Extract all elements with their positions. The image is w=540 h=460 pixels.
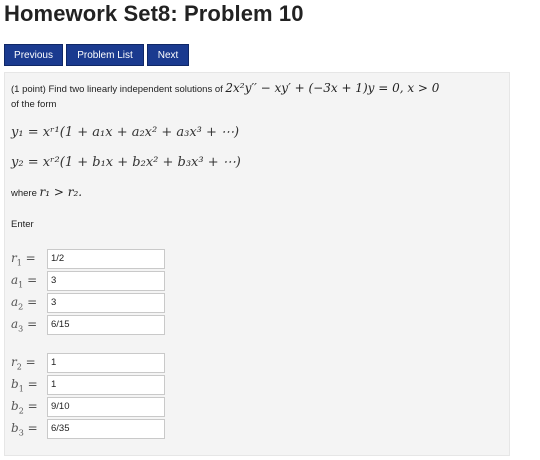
answer-label: b2 = xyxy=(11,398,38,416)
where-condition: r₁ > r₂. xyxy=(39,185,83,199)
intro-text: (1 point) Find two linearly independent … xyxy=(11,84,223,95)
answer-field-r2[interactable]: 1 xyxy=(47,353,165,373)
problem-statement: (1 point) Find two linearly independent … xyxy=(11,81,501,112)
answer-field-a3[interactable]: 6/15 xyxy=(47,315,165,335)
answer-row-r2: r2 = 1 xyxy=(11,352,165,374)
answer-label: b3 = xyxy=(11,420,38,438)
answer-row-r1: r1 = 1/2 xyxy=(11,248,165,270)
where-clause: where r₁ > r₂. xyxy=(11,185,82,199)
answer-field-r1[interactable]: 1/2 xyxy=(47,249,165,269)
answer-row-b1: b1 = 1 xyxy=(11,374,165,396)
differential-equation: 2x²y′′ − xy′ + (−3x + 1)y = 0, x > 0 xyxy=(225,81,440,95)
where-text: where xyxy=(11,188,37,199)
answer-field-b1[interactable]: 1 xyxy=(47,375,165,395)
answer-label: r1 = xyxy=(11,250,36,268)
answer-label: r2 = xyxy=(11,354,36,372)
answer-row-b2: b2 = 9/10 xyxy=(11,396,165,418)
answer-label: a1 = xyxy=(11,272,38,290)
answer-label: b1 = xyxy=(11,376,38,394)
answer-row-a1: a1 = 3 xyxy=(11,270,165,292)
problem-nav: Previous Problem List Next xyxy=(4,44,189,66)
answer-row-a2: a2 = 3 xyxy=(11,292,165,314)
series-y2: y₂ = xʳ²(1 + b₁x + b₂x² + b₃x³ + ⋯) xyxy=(11,155,241,170)
problem-panel: (1 point) Find two linearly independent … xyxy=(4,72,510,456)
previous-button[interactable]: Previous xyxy=(4,44,63,66)
form-text: of the form xyxy=(11,99,57,110)
answer-field-a2[interactable]: 3 xyxy=(47,293,165,313)
next-button[interactable]: Next xyxy=(147,44,189,66)
answer-field-b3[interactable]: 6/35 xyxy=(47,419,165,439)
enter-label: Enter xyxy=(11,219,34,230)
answer-label: a2 = xyxy=(11,294,38,312)
answer-row-a3: a3 = 6/15 xyxy=(11,314,165,336)
problem-list-button[interactable]: Problem List xyxy=(66,44,144,66)
answer-row-b3: b3 = 6/35 xyxy=(11,418,165,440)
answer-field-b2[interactable]: 9/10 xyxy=(47,397,165,417)
page-title: Homework Set8: Problem 10 xyxy=(4,1,304,26)
answer-field-a1[interactable]: 3 xyxy=(47,271,165,291)
answer-label: a3 = xyxy=(11,316,38,334)
series-y1: y₁ = xʳ¹(1 + a₁x + a₂x² + a₃x³ + ⋯) xyxy=(11,125,240,140)
